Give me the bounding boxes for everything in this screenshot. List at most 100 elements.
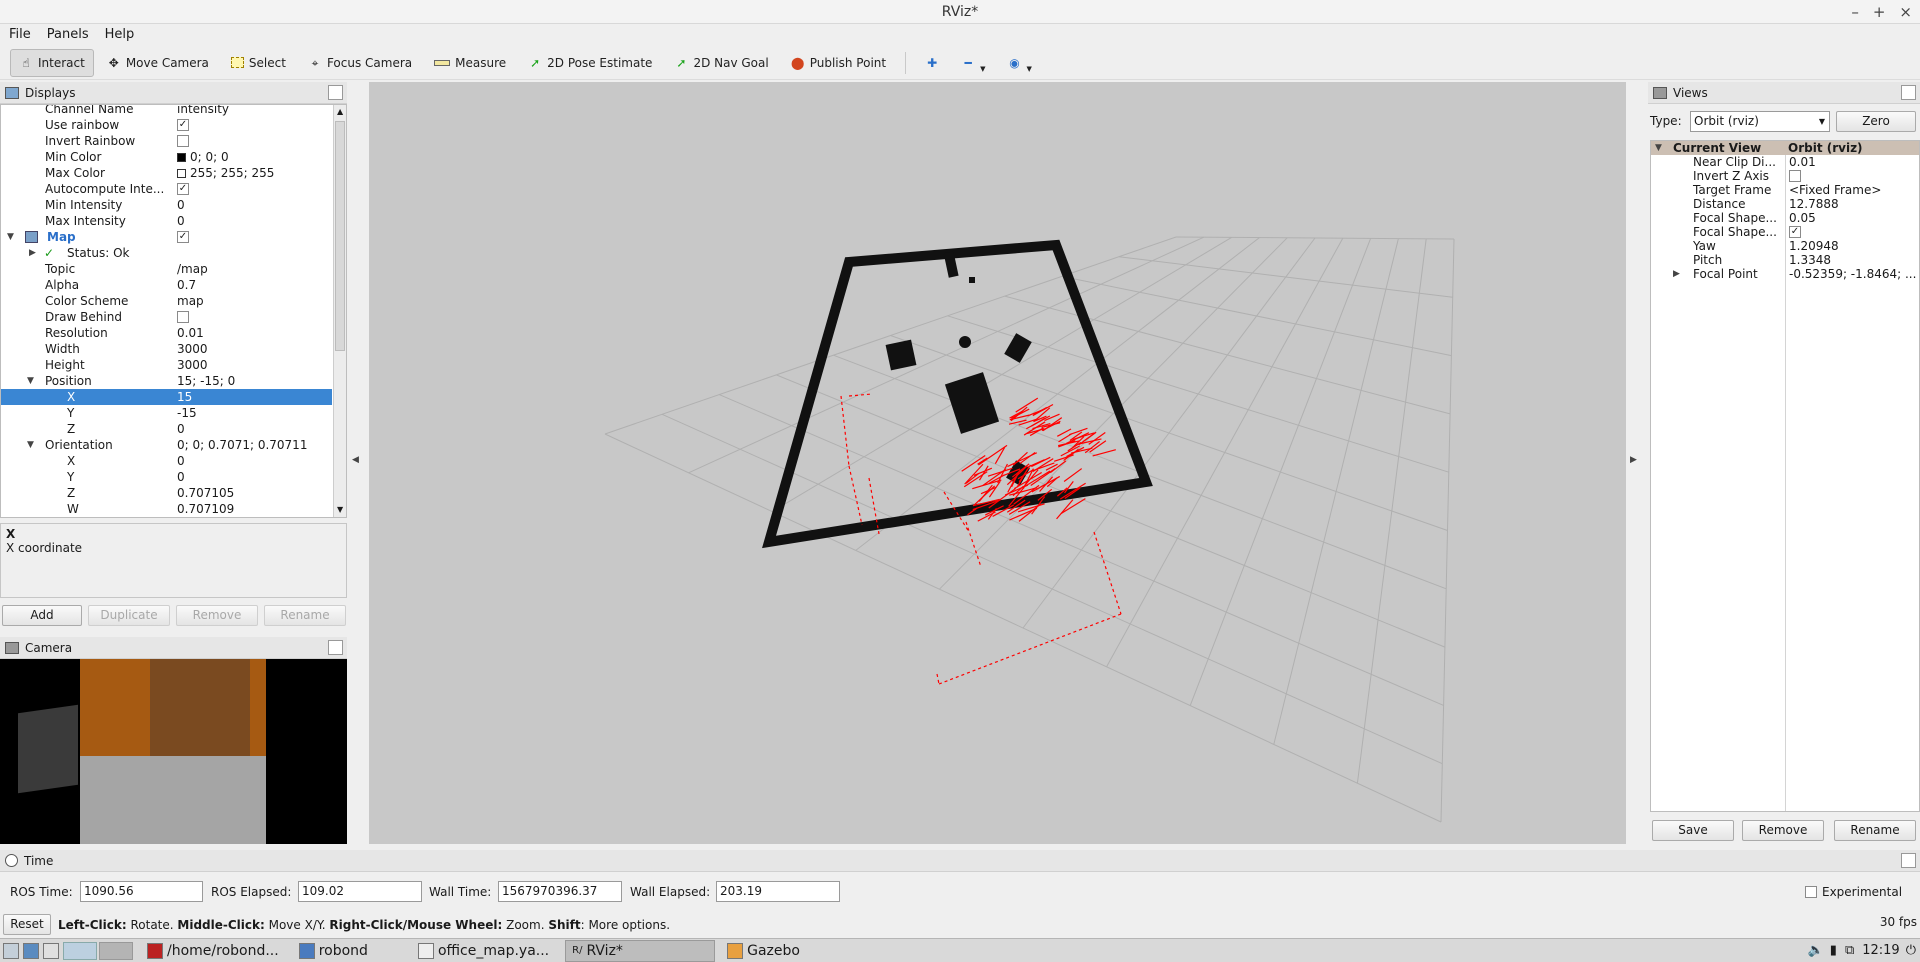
float-panel-button[interactable] bbox=[1901, 853, 1916, 868]
property-value[interactable]: map bbox=[177, 293, 204, 309]
property-value[interactable]: 0 bbox=[177, 421, 185, 437]
property-value[interactable]: 15; -15; 0 bbox=[177, 373, 235, 389]
close-button[interactable]: × bbox=[1899, 0, 1912, 24]
tool-2d-nav-goal[interactable]: ➚ 2D Nav Goal bbox=[665, 49, 777, 77]
add-display-button[interactable]: Add bbox=[2, 605, 82, 626]
display-property-row[interactable]: Max Color 255; 255; 255 bbox=[1, 165, 332, 181]
property-value[interactable]: -15 bbox=[177, 405, 197, 421]
tool-focus-camera[interactable]: ⌖ Focus Camera bbox=[299, 49, 421, 77]
speaker-icon[interactable]: 🔈 bbox=[1808, 943, 1824, 958]
experimental-checkbox[interactable] bbox=[1805, 886, 1817, 898]
duplicate-display-button[interactable]: Duplicate bbox=[88, 605, 170, 626]
tool-2d-pose-estimate[interactable]: ➚ 2D Pose Estimate bbox=[519, 49, 661, 77]
tool-interact[interactable]: ☝ Interact bbox=[10, 48, 94, 77]
display-property-row[interactable]: Channel Name intensity bbox=[1, 105, 332, 117]
display-property-row[interactable]: Z0 bbox=[1, 421, 332, 437]
task-rviz[interactable]: R/RViz* bbox=[565, 939, 716, 962]
property-value[interactable]: 255; 255; 255 bbox=[177, 165, 274, 181]
display-property-row[interactable]: Min Intensity 0 bbox=[1, 197, 332, 213]
menu-panels[interactable]: Panels bbox=[47, 24, 89, 45]
property-value[interactable]: 3000 bbox=[177, 341, 208, 357]
property-value[interactable]: /map bbox=[177, 261, 208, 277]
expanded-arrow-icon[interactable]: ▼ bbox=[7, 229, 14, 245]
scroll-up-icon[interactable]: ▲ bbox=[337, 107, 343, 116]
reset-button[interactable]: Reset bbox=[3, 914, 51, 935]
collapsed-arrow-icon[interactable]: ▶ bbox=[29, 245, 36, 261]
scrollbar-thumb[interactable] bbox=[335, 121, 345, 351]
display-property-row[interactable]: ▼ Position 15; -15; 0 bbox=[1, 373, 332, 389]
desktop-pager-1[interactable] bbox=[63, 941, 97, 960]
scroll-down-icon[interactable]: ▼ bbox=[337, 505, 343, 514]
property-value[interactable]: 0.707105 bbox=[177, 485, 234, 501]
display-property-row[interactable]: Use rainbow ✓ bbox=[1, 117, 332, 133]
expanded-arrow-icon[interactable]: ▼ bbox=[27, 373, 34, 389]
task-robond[interactable]: robond bbox=[293, 940, 374, 962]
render-viewport[interactable] bbox=[369, 82, 1626, 844]
collapsed-arrow-icon[interactable]: ▶ bbox=[1673, 267, 1680, 281]
property-value[interactable]: 0 bbox=[177, 213, 185, 229]
rename-view-button[interactable]: Rename bbox=[1834, 820, 1916, 841]
expanded-arrow-icon[interactable]: ▼ bbox=[1655, 141, 1662, 155]
display-property-row[interactable]: Color Scheme map bbox=[1, 293, 332, 309]
property-value[interactable]: 15 bbox=[177, 389, 192, 405]
display-property-row[interactable]: Y0 bbox=[1, 469, 332, 485]
rename-display-button[interactable]: Rename bbox=[264, 605, 346, 626]
property-value[interactable]: 0 bbox=[177, 469, 185, 485]
wall-time-field[interactable]: 1567970396.37 bbox=[498, 881, 622, 902]
view-property-checkbox[interactable] bbox=[1789, 170, 1801, 182]
expanded-arrow-icon[interactable]: ▼ bbox=[27, 437, 34, 453]
display-property-row[interactable]: Max Intensity 0 bbox=[1, 213, 332, 229]
task-terminal[interactable]: /home/robond... bbox=[141, 940, 285, 962]
view-property-checkbox[interactable]: ✓ bbox=[1789, 226, 1801, 238]
view-property-value[interactable]: -0.52359; -1.8464; ... bbox=[1789, 267, 1916, 281]
property-checkbox[interactable]: ✓ bbox=[177, 183, 189, 195]
property-checkbox[interactable]: ✓ bbox=[177, 119, 189, 131]
display-property-row[interactable]: Autocompute Inte... ✓ bbox=[1, 181, 332, 197]
display-property-row[interactable]: Resolution 0.01 bbox=[1, 325, 332, 341]
current-view-row[interactable]: ▼ Current View Orbit (rviz) bbox=[1651, 141, 1919, 155]
display-property-row[interactable]: ▼ Orientation 0; 0; 0.7071; 0.70711 bbox=[1, 437, 332, 453]
display-property-row[interactable]: Topic/map bbox=[1, 261, 332, 277]
display-property-row[interactable]: Height 3000 bbox=[1, 357, 332, 373]
property-checkbox[interactable] bbox=[177, 135, 189, 147]
task-office-map[interactable]: office_map.ya... bbox=[412, 940, 555, 962]
display-property-row[interactable]: W 0.707109 bbox=[1, 501, 332, 517]
tool-publish-point[interactable]: ⬤ Publish Point bbox=[782, 49, 895, 77]
float-panel-button[interactable] bbox=[1901, 85, 1916, 100]
add-tool-button[interactable]: ✚ bbox=[916, 49, 948, 77]
view-type-select[interactable]: Orbit (rviz) ▼ bbox=[1690, 111, 1830, 132]
maximize-button[interactable]: + bbox=[1873, 0, 1886, 24]
view-property-value[interactable]: 0.01 bbox=[1789, 155, 1816, 169]
menu-file[interactable]: File bbox=[9, 24, 31, 45]
property-value[interactable]: 3000 bbox=[177, 357, 208, 373]
panel-visibility-button[interactable]: ◉ ▼ bbox=[998, 49, 1040, 77]
property-value[interactable]: 0.707109 bbox=[177, 501, 234, 517]
tool-select[interactable]: Select bbox=[222, 49, 295, 77]
collapse-right-arrow-icon[interactable]: ▶ bbox=[1630, 455, 1637, 465]
ros-time-field[interactable]: 1090.56 bbox=[80, 881, 203, 902]
float-panel-button[interactable] bbox=[328, 640, 343, 655]
display-property-row[interactable]: ▼ Map ✓ bbox=[1, 229, 332, 245]
view-property-value[interactable]: 1.20948 bbox=[1789, 239, 1839, 253]
save-view-button[interactable]: Save bbox=[1652, 820, 1734, 841]
property-checkbox[interactable]: ✓ bbox=[177, 231, 189, 243]
float-panel-button[interactable] bbox=[328, 85, 343, 100]
display-property-row[interactable]: Alpha 0.7 bbox=[1, 277, 332, 293]
display-property-row[interactable]: X 15 bbox=[1, 389, 332, 405]
minimize-button[interactable]: – bbox=[1851, 0, 1859, 24]
remove-view-button[interactable]: Remove bbox=[1742, 820, 1824, 841]
display-property-row[interactable]: Width 3000 bbox=[1, 341, 332, 357]
property-value[interactable]: 0.7 bbox=[177, 277, 196, 293]
file-manager-icon[interactable] bbox=[23, 942, 39, 959]
display-property-row[interactable]: Y -15 bbox=[1, 405, 332, 421]
property-value[interactable]: 0 bbox=[177, 197, 185, 213]
property-checkbox[interactable] bbox=[177, 311, 189, 323]
network-icon[interactable]: ⧉ bbox=[1845, 943, 1854, 958]
view-property-value[interactable]: 1.3348 bbox=[1789, 253, 1831, 267]
display-property-row[interactable]: Z 0.707105 bbox=[1, 485, 332, 501]
view-property-value[interactable]: <Fixed Frame> bbox=[1789, 183, 1881, 197]
property-value[interactable]: 0.01 bbox=[177, 325, 204, 341]
property-value[interactable]: 0; 0; 0 bbox=[177, 149, 229, 165]
task-gazebo[interactable]: Gazebo bbox=[721, 940, 806, 962]
battery-icon[interactable]: ▮ bbox=[1830, 943, 1837, 958]
